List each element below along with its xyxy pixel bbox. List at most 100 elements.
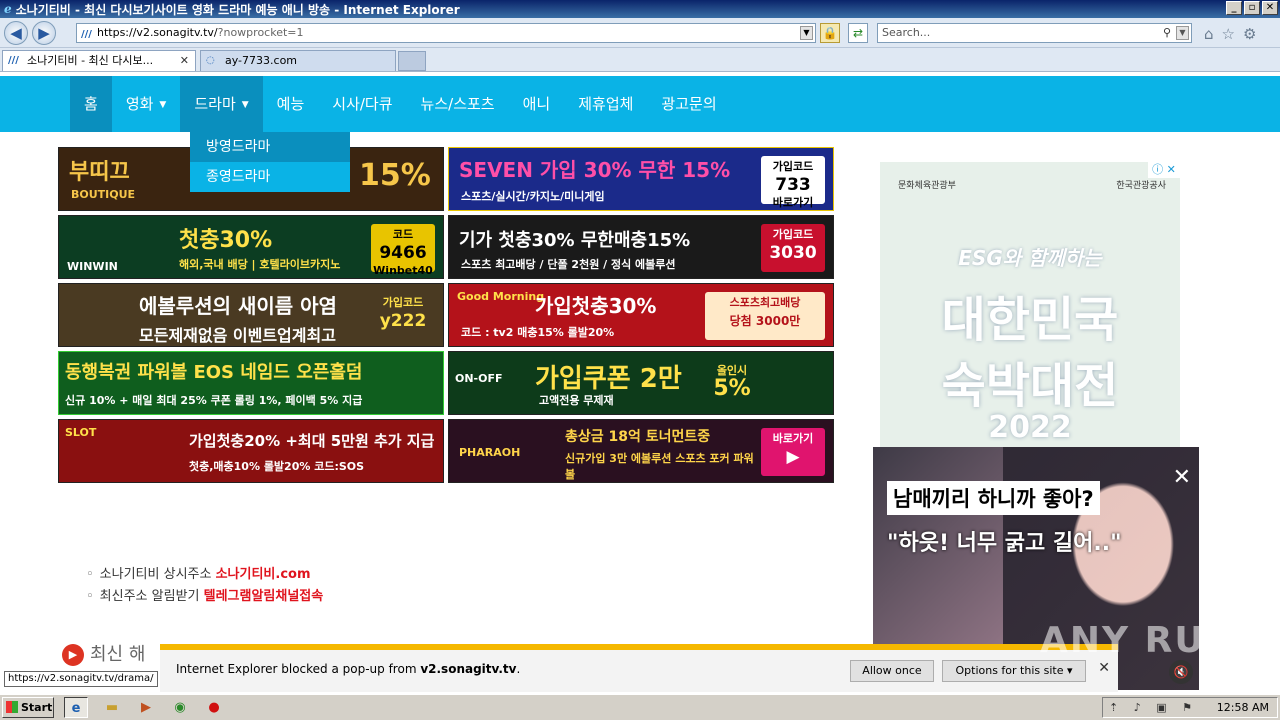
nav-label: 뉴스/스포츠 [420,95,495,113]
badge-code: y222 [379,311,427,331]
allow-once-button[interactable]: Allow once [850,660,934,682]
banner-headline: 첫충30% [179,228,273,253]
minimize-button[interactable]: _ [1226,1,1242,15]
menu-item-airing-drama[interactable]: 방영드라마 [190,132,350,162]
ad-banner-slot[interactable]: SLOT 가입첫충20% +최대 5만원 추가 지급 첫충,매충10% 롤발20… [58,419,444,483]
lock-icon[interactable]: 🔒 [820,23,840,43]
chevron-down-icon[interactable]: ▼ [800,26,813,40]
ad-tagline: ESG와 함께하는 [958,246,1102,270]
site-options-button[interactable]: Options for this site ▾ [942,660,1086,682]
banner-subtext: 스포츠/실시간/카지노/미니게임 [461,190,605,203]
bullet-icon: ◦ [86,567,94,582]
nav-anime[interactable]: 애니 [509,76,565,132]
banner-headline: 가입쿠폰 2만 [535,364,682,394]
address-bar[interactable]: /// https://v2.sonagitv.tv/?nowprocket=1… [76,23,816,43]
gear-icon[interactable]: ⚙ [1243,25,1256,43]
banner-brand: ON-OFF [455,372,503,385]
close-button[interactable]: ✕ [1262,1,1278,15]
banner-subtext: 신규가입 3만 에볼루션 스포츠 포커 파워볼 [565,452,754,481]
home-icon[interactable]: ⌂ [1204,25,1214,43]
new-tab-button[interactable] [398,51,426,71]
banner-headline: 가입첫충20% +최대 5만원 추가 지급 [189,432,435,450]
nav-movies[interactable]: 영화 ▼ [112,76,181,132]
popup-message: Internet Explorer blocked a pop-up from … [176,662,520,676]
ad-banner-giga[interactable]: 기가 첫충30% 무한매충15% 스포츠 최고배당 / 단폴 2천원 / 정식 … [448,215,834,279]
info-text: 최신주소 알림받기 [99,589,200,604]
chrome-icon[interactable]: ◉ [168,697,192,718]
ad-sponsor-left: 문화체육관광부 [898,181,956,191]
info-link[interactable]: 소나기티비.com [216,567,311,582]
tab-sonagitv[interactable]: /// 소나기티비 - 최신 다시보... ✕ [2,50,196,71]
start-button[interactable]: Start [2,697,54,718]
explorer-folder-icon[interactable]: ▬ [100,697,124,718]
banner-brand: PHARAOH [459,446,521,459]
banner-info-badge: 스포츠최고배당 당첨 3000만 [705,292,825,340]
opera-icon[interactable]: ● [202,697,226,718]
ad-banner-goodmorning[interactable]: Good Morning 가입첫충30% 코드 : tv2 매충15% 롤발20… [448,283,834,347]
ad-sponsor-right: 한국관광공사 [1116,181,1166,191]
media-player-icon[interactable]: ▶ [134,697,158,718]
back-button[interactable]: ◀ [4,21,28,45]
nav-label: 제휴업체 [578,95,634,113]
close-icon[interactable]: ✕ [1098,660,1110,676]
taskbar: Start e ▬ ▶ ◉ ● ⇡ ♪ ▣ ⚑ 12:58 AM [0,694,1280,720]
ad-banner-powerball[interactable]: 동행복권 파워볼 EOS 네임드 오픈홀덤 신규 10% + 매일 최대 25%… [58,351,444,415]
favorites-star-icon[interactable]: ☆ [1222,25,1235,43]
banner-subtext: 코드 : tv2 매충15% 롤발20% [461,326,615,339]
ad-banner-winwin[interactable]: 첫충30% 해외,국내 배당 | 호텔라이브카지노 WINWIN 코드 9466… [58,215,444,279]
window-title: 소나기티비 - 최신 다시보기사이트 영화 드라마 예능 애니 방송 - Int… [15,2,460,17]
ad-banner-onoff[interactable]: ON-OFF 가입쿠폰 2만 고액전용 무제재 올인시 5% [448,351,834,415]
close-icon[interactable]: ✕ [1173,465,1191,490]
ad-quote: "하읏! 너무 굵고 길어.." [887,531,1122,556]
nav-partners[interactable]: 제휴업체 [564,76,647,132]
menu-item-ended-drama[interactable]: 종영드라마 [190,162,350,192]
toolbar-icons: ⌂ ☆ ⚙ [1204,25,1256,43]
banner-brand: WINWIN [67,260,118,273]
badge-line: Winbet40 [373,264,433,277]
url-rest: ?nowprocket=1 [217,26,304,39]
right-sidebar-ad[interactable]: ⓘ ✕ 문화체육관광부 한국관광공사 ESG와 함께하는 대한민국 숙박대전 2… [880,162,1180,448]
ad-banner-pharaoh[interactable]: PHARAOH 총상금 18억 토너먼트중 신규가입 3만 에볼루션 스포츠 포… [448,419,834,483]
info-text: 소나기티비 상시주소 [99,567,212,582]
nav-drama[interactable]: 드라마 ▼ [180,76,263,132]
nav-news-sports[interactable]: 뉴스/스포츠 [407,76,509,132]
banner-brand: SLOT [65,426,97,439]
banner-subtext: 모든제재없음 이벤트업계최고 [139,326,336,345]
badge-line: 가입코드 [382,296,424,309]
search-icon[interactable]: ⚲ [1163,24,1171,42]
nav-documentary[interactable]: 시사/다큐 [318,76,406,132]
popup-blocked-notification: Internet Explorer blocked a pop-up from … [160,644,1118,692]
tray-icons[interactable]: ⇡ ♪ ▣ ⚑ [1109,701,1198,714]
search-dropdown-icon[interactable]: ▼ [1176,26,1189,40]
adchoices-icon[interactable]: ⓘ ✕ [1148,162,1180,178]
search-placeholder: Search... [882,26,931,39]
mute-icon[interactable]: 🔇 [1169,660,1193,684]
banner-headline: 부띠끄 [69,160,130,185]
badge-line: 가입코드 [772,228,814,241]
info-link[interactable]: 텔레그램알림채널접속 [204,589,324,604]
banner-headline: 총상금 18억 토너먼트중 [565,429,711,445]
search-input[interactable]: Search... ⚲ ▼ [877,23,1192,43]
banner-headline: SEVEN 가입 30% 무한 15% [459,158,731,182]
nav-variety[interactable]: 예능 [263,76,319,132]
ie-taskbar-icon[interactable]: e [64,697,88,718]
nav-home[interactable]: 홈 [70,76,112,132]
banner-headline: 가입첫충30% [535,294,657,318]
maximize-button[interactable]: ▫ [1244,1,1260,15]
loading-spinner-icon: ◌ [206,55,215,66]
nav-ad-inquiry[interactable]: 광고문의 [647,76,730,132]
ad-banner-evolution[interactable]: 에볼루션의 새이름 아염 모든제재없음 이벤트업계최고 가입코드 y222 [58,283,444,347]
banner-code-badge: 가입코드 733 바로가기 [761,156,825,209]
url-host: https://v2.sonagitv.tv/ [97,26,218,39]
window-controls: _ ▫ ✕ [1226,1,1278,15]
site-navigation: 홈 영화 ▼ 드라마 ▼ 예능 시사/다큐 뉴스/스포츠 애니 제휴업체 광고문의 [0,76,1280,132]
forward-button[interactable]: ▶ [32,21,56,45]
refresh-icon[interactable]: ⇄ [848,23,868,43]
play-icon: ▶ [62,644,84,666]
nav-label: 영화 [125,95,154,113]
ad-banner-seven[interactable]: SEVEN 가입 30% 무한 15% 스포츠/실시간/카지노/미니게임 가입코… [448,147,834,211]
close-icon[interactable]: ✕ [180,51,189,70]
badge-line: 코드 [392,228,414,241]
tab-ay7733[interactable]: ◌ ay-7733.com [200,50,396,71]
badge-line: 스포츠최고배당 [729,296,801,309]
